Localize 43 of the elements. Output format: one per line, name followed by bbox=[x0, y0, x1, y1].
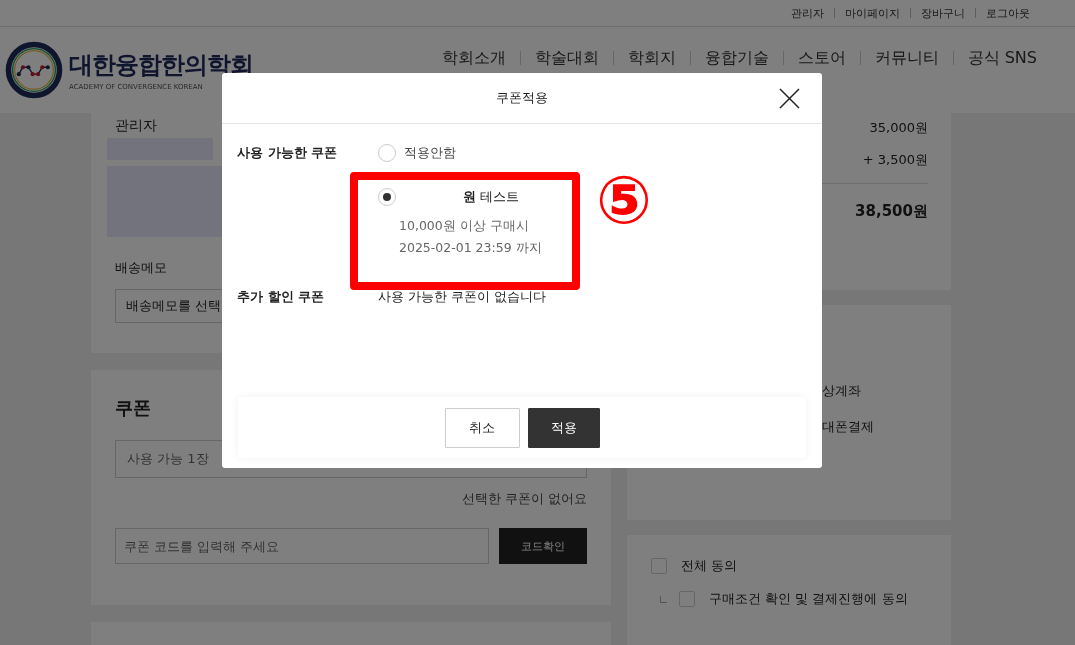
coupon-detail: 2025-02-01 23:59 까지 bbox=[399, 239, 543, 257]
annotation-number: ⑤ bbox=[596, 168, 652, 234]
apply-button[interactable]: 적용 bbox=[527, 407, 600, 448]
close-icon[interactable] bbox=[779, 88, 800, 109]
section-label: 사용 가능한 쿠폰 bbox=[237, 144, 339, 162]
code-check-button[interactable]: 코드확인 bbox=[499, 528, 587, 564]
nav-item[interactable]: 학회소개 bbox=[441, 47, 506, 69]
section-label: 추가 할인 쿠폰 bbox=[237, 288, 326, 306]
dialog-title: 쿠폰적용 bbox=[496, 89, 548, 107]
payment-option[interactable]: 상계좌 bbox=[822, 382, 951, 400]
total-price: 38,500원 bbox=[855, 202, 928, 221]
cancel-button[interactable]: 취소 bbox=[444, 407, 520, 448]
checkbox-label: 구매조건 확인 및 결제진행에 동의 bbox=[709, 590, 908, 608]
price-text: 35,000원 bbox=[869, 119, 928, 137]
checkbox[interactable] bbox=[679, 591, 695, 607]
coupon-name: 원 테스트 bbox=[462, 188, 520, 206]
logo-icon[interactable] bbox=[5, 41, 63, 99]
checkbox[interactable] bbox=[651, 558, 667, 574]
tree-connector-icon bbox=[660, 595, 667, 603]
nav-item[interactable]: 스토어 bbox=[797, 47, 846, 69]
payment-option[interactable]: 대폰결제 bbox=[822, 418, 951, 436]
empty-message: 사용 가능한 쿠폰이 없습니다 bbox=[378, 288, 547, 306]
top-link[interactable]: 마이페이지 bbox=[845, 5, 900, 21]
coupon-detail: 10,000원 이상 구매시 bbox=[399, 217, 530, 235]
nav-item[interactable]: 커뮤니티 bbox=[874, 47, 939, 69]
field-label: 배송메모 bbox=[115, 259, 167, 277]
orderer-name: 관리자 bbox=[115, 117, 157, 135]
nav-item[interactable]: 공식 SNS bbox=[967, 47, 1037, 69]
top-link[interactable]: 관리자 bbox=[791, 5, 824, 21]
checkbox-label: 전체 동의 bbox=[681, 557, 738, 575]
nav-item[interactable]: 융합기술 bbox=[704, 47, 769, 69]
radio-button[interactable] bbox=[378, 188, 396, 206]
nav-item[interactable]: 학회지 bbox=[627, 47, 676, 69]
logo-title[interactable]: 대한융합한의학회 bbox=[69, 49, 253, 81]
price-text: + 3,500원 bbox=[862, 151, 928, 169]
coupon-status: 선택한 쿠폰이 없어요 bbox=[461, 490, 587, 508]
coupon-code-field[interactable]: 쿠폰 코드를 입력해 주세요 bbox=[115, 528, 489, 564]
top-link[interactable]: 장바구니 bbox=[921, 5, 965, 21]
radio-button[interactable] bbox=[378, 144, 396, 162]
radio-label: 적용안함 bbox=[404, 144, 456, 162]
nav-item[interactable]: 학술대회 bbox=[534, 47, 599, 69]
top-link[interactable]: 로그아웃 bbox=[986, 5, 1030, 21]
section-title: 쿠폰 bbox=[115, 396, 152, 420]
